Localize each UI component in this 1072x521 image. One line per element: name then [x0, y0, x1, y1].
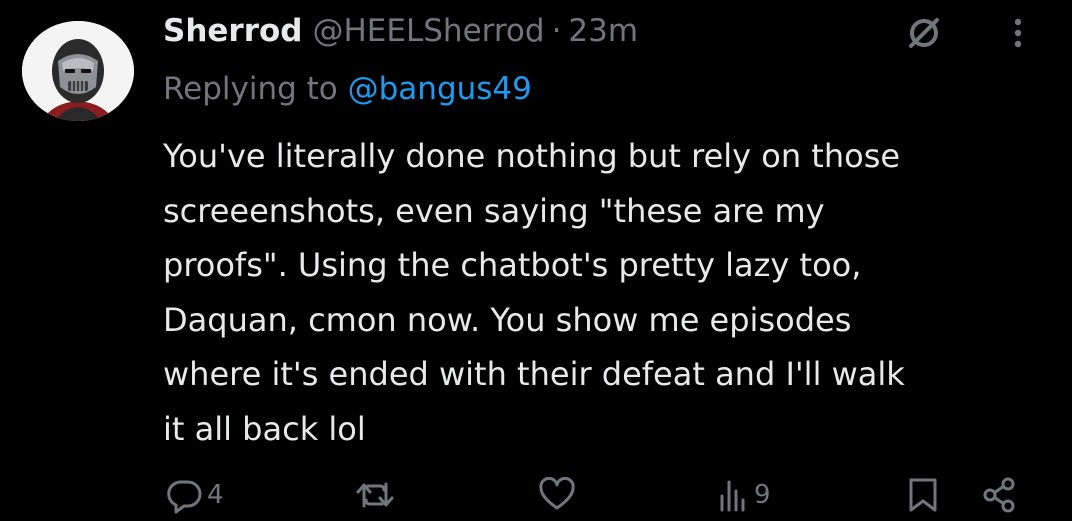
bookmark-icon: [909, 478, 937, 512]
display-name[interactable]: Sherrod: [163, 8, 303, 54]
retweet-button[interactable]: [355, 475, 399, 515]
reply-count: 4: [207, 480, 224, 510]
more-vertical-icon[interactable]: [1003, 14, 1033, 52]
view-count: 9: [754, 480, 771, 510]
action-bar: 4 9: [0, 475, 1072, 515]
like-button[interactable]: [538, 475, 580, 515]
share-button[interactable]: [980, 475, 1018, 515]
views-icon: [720, 480, 745, 512]
tweet-text-line: screeenshots, even saying "these are my: [163, 191, 825, 230]
tweet-header: Sherrod @HEELSherrod · 23m: [163, 8, 638, 54]
reply-button[interactable]: 4: [165, 475, 224, 515]
grok-icon[interactable]: [905, 14, 943, 52]
bookmark-button[interactable]: [906, 475, 940, 515]
replying-to: Replying to @bangus49: [163, 66, 532, 112]
replying-to-mention[interactable]: @bangus49: [348, 71, 532, 107]
tweet-text-line: it all back lol: [163, 409, 366, 448]
timestamp[interactable]: 23m: [568, 8, 638, 54]
avatar-image: [22, 21, 134, 121]
replying-to-label: Replying to: [163, 71, 348, 107]
views-button[interactable]: 9: [716, 475, 771, 515]
tweet-text-line: where it's ended with their defeat and I…: [163, 355, 905, 394]
header-separator: ·: [551, 13, 562, 49]
tweet-text: You've literally done nothing but rely o…: [163, 129, 1043, 457]
tweet[interactable]: Sherrod @HEELSherrod · 23m Replying to @…: [0, 0, 1072, 521]
avatar[interactable]: [22, 21, 134, 121]
retweet-icon: [356, 482, 394, 508]
tweet-text-line: proofs". Using the chatbot's pretty lazy…: [163, 246, 862, 285]
share-icon: [983, 477, 1015, 513]
tweet-text-line: Daquan, cmon now. You show me episodes: [163, 300, 852, 339]
user-handle[interactable]: @HEELSherrod: [313, 8, 545, 54]
reply-icon: [167, 480, 202, 514]
heart-icon: [539, 476, 575, 510]
tweet-text-line: You've literally done nothing but rely o…: [163, 137, 901, 175]
